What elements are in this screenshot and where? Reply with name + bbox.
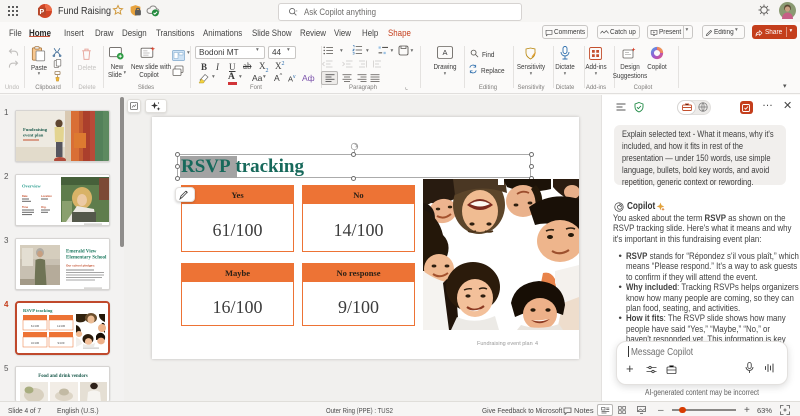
svg-text:Our school pledges:: Our school pledges: <box>66 264 95 268</box>
svg-text:A: A <box>443 48 448 57</box>
svg-text:RSVP tracking: RSVP tracking <box>23 308 53 313</box>
svg-text:event plan: event plan <box>23 133 44 138</box>
svg-text:16/100: 16/100 <box>31 341 40 345</box>
svg-text:Emerald View: Emerald View <box>66 250 97 255</box>
svg-text:Food and drink vendors: Food and drink vendors <box>38 374 88 379</box>
svg-text:61/100: 61/100 <box>31 324 40 328</box>
svg-text:14/100: 14/100 <box>57 324 66 328</box>
svg-text:Elementary School: Elementary School <box>66 256 107 261</box>
svg-text:Org.: Org. <box>41 205 47 209</box>
svg-text:9/100: 9/100 <box>58 341 65 345</box>
svg-text:P: P <box>39 9 44 16</box>
svg-text:Location: Location <box>41 194 52 198</box>
svg-text:Time: Time <box>22 205 29 209</box>
svg-text:Date: Date <box>22 194 28 198</box>
svg-text:Fundraising: Fundraising <box>23 127 48 132</box>
svg-text:Overview: Overview <box>22 184 42 189</box>
